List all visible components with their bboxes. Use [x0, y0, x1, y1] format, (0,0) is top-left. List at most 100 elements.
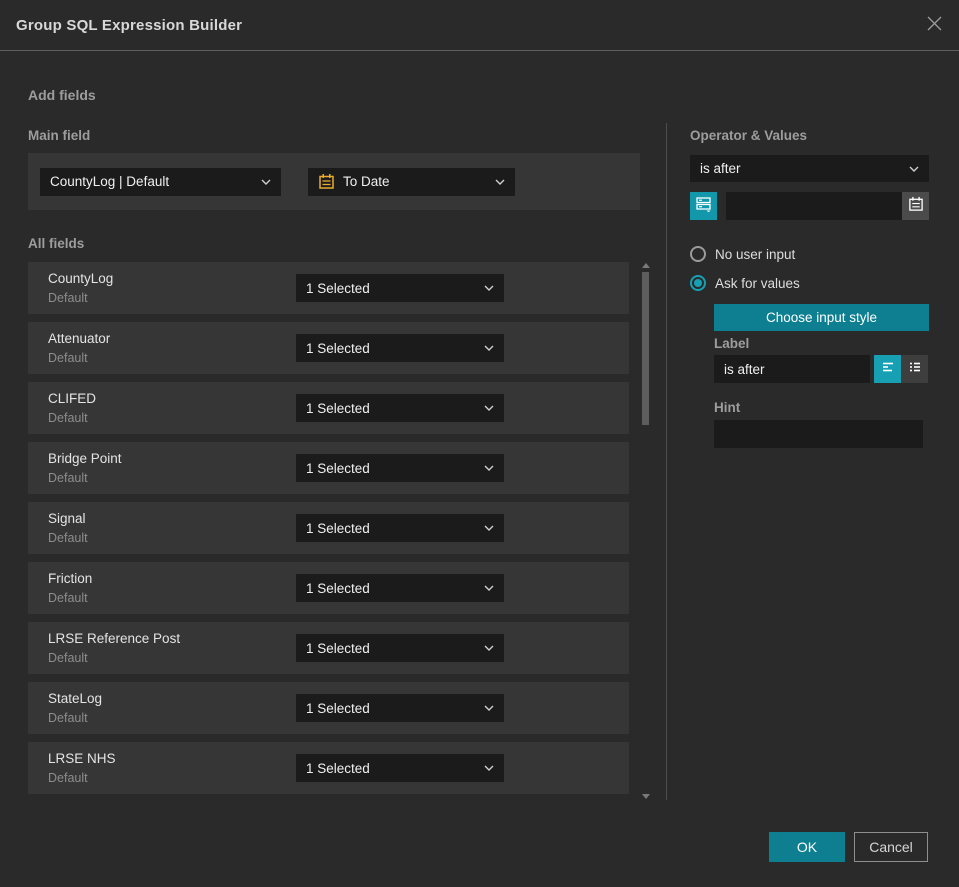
- chevron-down-icon: [484, 345, 494, 351]
- field-subtitle: Default: [48, 531, 88, 545]
- ok-button[interactable]: OK: [769, 832, 845, 862]
- field-row-lrse-reference-post: LRSE Reference Post Default 1 Selected: [28, 622, 629, 674]
- field-selected-dropdown[interactable]: 1 Selected: [296, 574, 504, 602]
- radio-selected-icon: [690, 275, 706, 291]
- field-selected-dropdown[interactable]: 1 Selected: [296, 454, 504, 482]
- field-row-statelog: StateLog Default 1 Selected: [28, 682, 629, 734]
- scrollbar-thumb[interactable]: [642, 272, 649, 425]
- field-name: Bridge Point: [48, 451, 122, 466]
- field-selected-value: 1 Selected: [306, 700, 370, 716]
- radio-ask-for-values[interactable]: Ask for values: [690, 275, 800, 291]
- close-icon: [927, 16, 942, 36]
- field-selected-dropdown[interactable]: 1 Selected: [296, 634, 504, 662]
- field-selected-dropdown[interactable]: 1 Selected: [296, 754, 504, 782]
- scrollbar-up-arrow-icon[interactable]: [642, 263, 650, 268]
- chevron-down-icon: [261, 179, 271, 185]
- field-subtitle: Default: [48, 411, 88, 425]
- field-row-signal: Signal Default 1 Selected: [28, 502, 629, 554]
- chevron-down-icon: [484, 765, 494, 771]
- hint-input[interactable]: [714, 420, 923, 448]
- field-name: StateLog: [48, 691, 103, 706]
- single-line-style-button[interactable]: [874, 355, 901, 383]
- input-type-button[interactable]: [690, 192, 717, 220]
- chevron-down-icon: [909, 166, 919, 172]
- scrollbar-down-arrow-icon[interactable]: [642, 794, 650, 799]
- main-field-select-value: CountyLog | Default: [50, 174, 170, 189]
- field-selected-value: 1 Selected: [306, 580, 370, 596]
- radio-label: Ask for values: [715, 275, 800, 291]
- field-selected-value: 1 Selected: [306, 640, 370, 656]
- fields-list-scrollbar[interactable]: [641, 261, 650, 801]
- align-left-icon: [880, 359, 896, 380]
- bulleted-list-icon: [907, 359, 923, 380]
- field-selected-dropdown[interactable]: 1 Selected: [296, 274, 504, 302]
- field-selected-value: 1 Selected: [306, 520, 370, 536]
- chevron-down-icon: [484, 285, 494, 291]
- all-fields-heading: All fields: [28, 236, 85, 251]
- stacked-input-icon: [695, 195, 712, 217]
- operator-values-heading: Operator & Values: [690, 128, 808, 143]
- field-selected-value: 1 Selected: [306, 280, 370, 296]
- field-selected-dropdown[interactable]: 1 Selected: [296, 694, 504, 722]
- chevron-down-icon: [484, 525, 494, 531]
- dialog-title: Group SQL Expression Builder: [16, 17, 243, 34]
- list-style-button[interactable]: [901, 355, 928, 383]
- label-heading: Label: [714, 336, 750, 351]
- main-field-date-select[interactable]: To Date: [308, 167, 515, 196]
- main-field-date-select-value: To Date: [343, 174, 390, 189]
- field-row-bridge-point: Bridge Point Default 1 Selected: [28, 442, 629, 494]
- field-selected-value: 1 Selected: [306, 340, 370, 356]
- group-sql-expression-builder-dialog: Group SQL Expression Builder Add fields …: [0, 0, 959, 887]
- calendar-icon: [908, 196, 924, 217]
- field-name: Signal: [48, 511, 86, 526]
- field-row-friction: Friction Default 1 Selected: [28, 562, 629, 614]
- field-row-attenuator: Attenuator Default 1 Selected: [28, 322, 629, 374]
- field-subtitle: Default: [48, 471, 88, 485]
- field-selected-value: 1 Selected: [306, 400, 370, 416]
- choose-input-style-button[interactable]: Choose input style: [714, 304, 929, 331]
- operator-select[interactable]: is after: [690, 155, 929, 182]
- label-input[interactable]: [714, 355, 870, 383]
- radio-unselected-icon: [690, 246, 706, 262]
- main-field-heading: Main field: [28, 128, 91, 143]
- field-name: CLIFED: [48, 391, 97, 406]
- calendar-icon: [318, 173, 335, 190]
- field-subtitle: Default: [48, 351, 88, 365]
- field-subtitle: Default: [48, 291, 88, 305]
- value-input-row: [690, 192, 929, 220]
- date-picker-button[interactable]: [902, 192, 929, 220]
- field-row-clifed: CLIFED Default 1 Selected: [28, 382, 629, 434]
- radio-no-user-input[interactable]: No user input: [690, 246, 795, 262]
- field-selected-value: 1 Selected: [306, 460, 370, 476]
- field-selected-dropdown[interactable]: 1 Selected: [296, 334, 504, 362]
- vertical-divider: [666, 123, 667, 800]
- field-name: LRSE NHS: [48, 751, 116, 766]
- dialog-header: Group SQL Expression Builder: [0, 0, 959, 51]
- close-button[interactable]: [923, 15, 945, 37]
- field-name: Attenuator: [48, 331, 111, 346]
- chevron-down-icon: [484, 465, 494, 471]
- field-subtitle: Default: [48, 651, 88, 665]
- cancel-button[interactable]: Cancel: [854, 832, 928, 862]
- field-subtitle: Default: [48, 711, 88, 725]
- date-value-input[interactable]: [726, 192, 902, 220]
- field-subtitle: Default: [48, 771, 88, 785]
- field-name: Friction: [48, 571, 93, 586]
- chevron-down-icon: [484, 645, 494, 651]
- chevron-down-icon: [484, 405, 494, 411]
- operator-select-value: is after: [700, 161, 741, 176]
- main-field-box: CountyLog | Default To Date: [28, 153, 640, 210]
- field-selected-dropdown[interactable]: 1 Selected: [296, 514, 504, 542]
- chevron-down-icon: [484, 585, 494, 591]
- field-row-lrse-nhs: LRSE NHS Default 1 Selected: [28, 742, 629, 794]
- main-field-select[interactable]: CountyLog | Default: [40, 167, 281, 196]
- field-selected-value: 1 Selected: [306, 760, 370, 776]
- radio-label: No user input: [715, 246, 796, 262]
- all-fields-list: CountyLog Default 1 Selected Attenuator …: [28, 262, 629, 802]
- field-name: CountyLog: [48, 271, 114, 286]
- chevron-down-icon: [495, 179, 505, 185]
- chevron-down-icon: [484, 705, 494, 711]
- field-row-countylog: CountyLog Default 1 Selected: [28, 262, 629, 314]
- field-selected-dropdown[interactable]: 1 Selected: [296, 394, 504, 422]
- field-subtitle: Default: [48, 591, 88, 605]
